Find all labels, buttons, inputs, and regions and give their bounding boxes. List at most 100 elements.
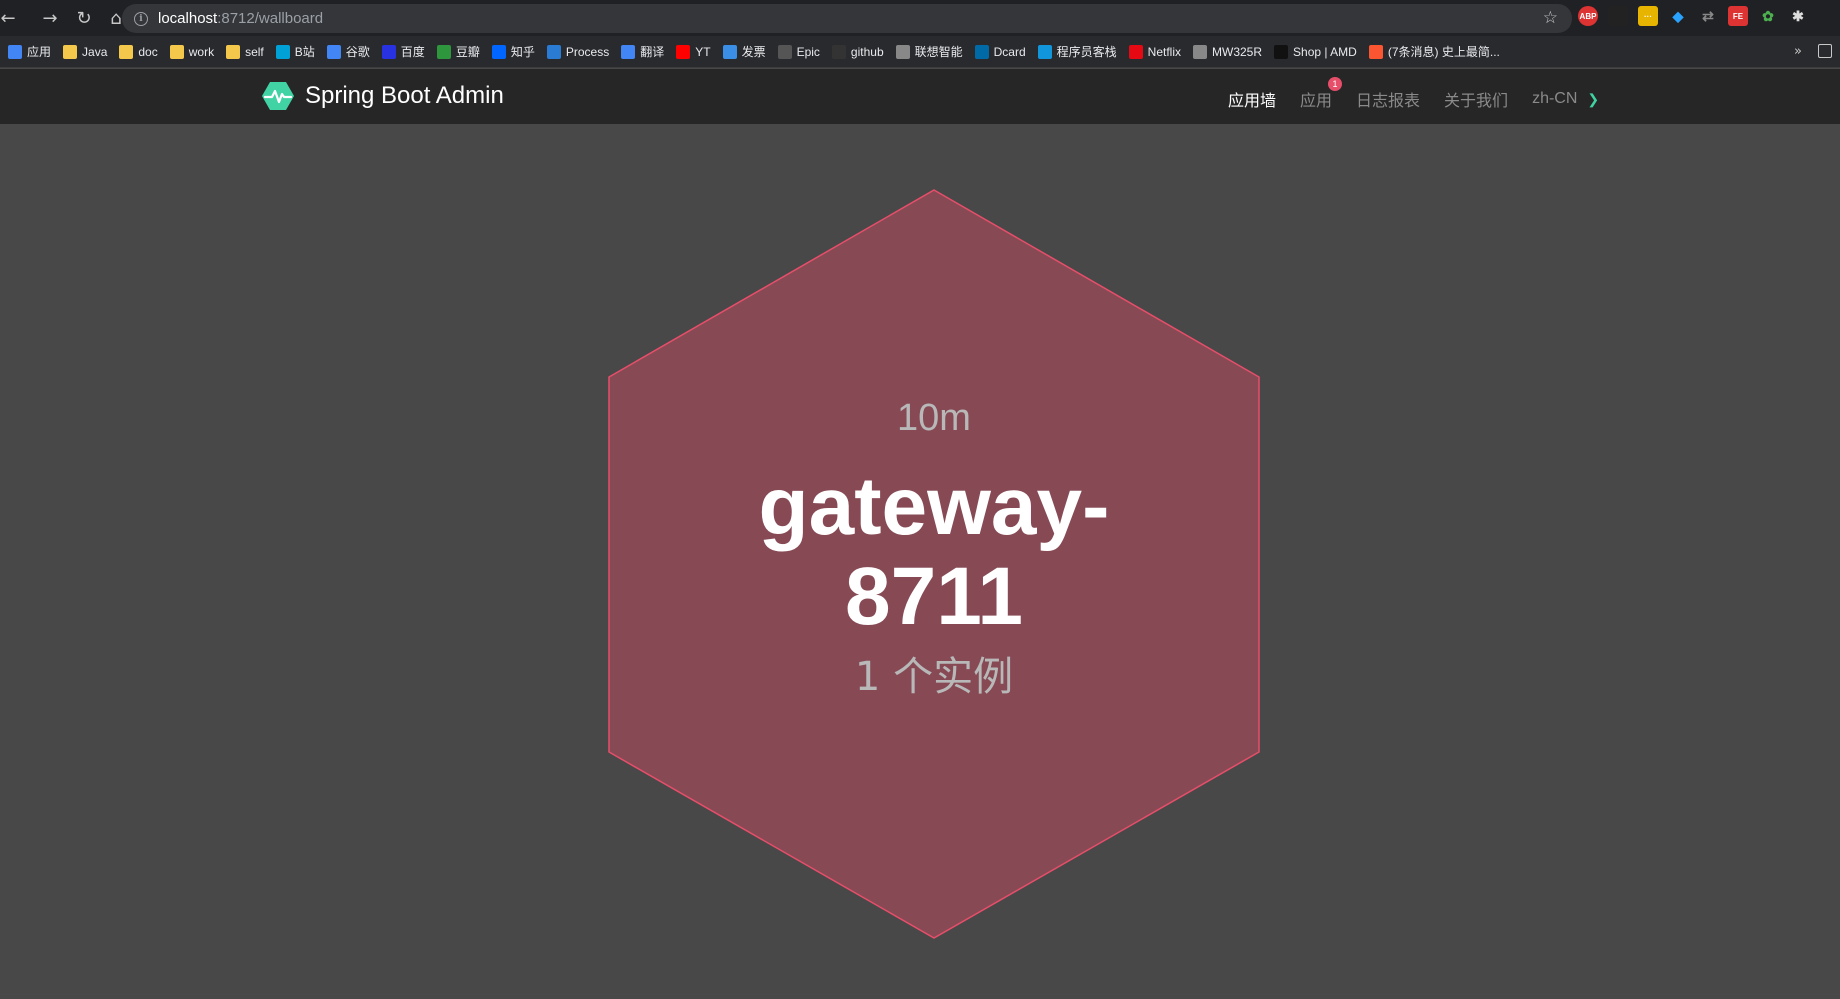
site-info-icon[interactable]: i: [134, 11, 148, 26]
folder-icon: [63, 44, 78, 59]
dcard-icon: [974, 44, 989, 59]
bookmark-item[interactable]: 应用: [2, 39, 57, 65]
bookmarks-bar: 应用 Java doc work self B站 谷歌 百度 豆瓣 知乎 Process 翻译 YT 发票…: [0, 36, 1840, 68]
address-bar[interactable]: i localhost:8712/wallboard ☆: [122, 4, 1572, 33]
apps-grid-icon: [8, 44, 22, 59]
back-arrow-icon[interactable]: ←: [0, 2, 16, 34]
bookmark-item[interactable]: YT: [670, 39, 716, 65]
folder-icon: [226, 44, 241, 59]
url-host: localhost: [158, 10, 218, 27]
bookmark-label: MW325R: [1212, 44, 1263, 59]
chevron-down-icon: ❯: [1587, 90, 1600, 107]
youtube-icon: [676, 44, 691, 59]
bookmark-item[interactable]: 百度: [376, 39, 431, 65]
bookmark-item[interactable]: Netflix: [1123, 39, 1187, 65]
bookmark-label: YT: [695, 44, 711, 59]
bookmark-label: 联想智能: [914, 45, 963, 59]
leaf-extension-icon[interactable]: ✿: [1758, 6, 1778, 26]
application-hexagon[interactable]: 10m gateway-8711 1 个实例: [608, 189, 1260, 939]
amd-icon: [1274, 44, 1289, 59]
epic-icon: [777, 44, 792, 59]
wallboard: 10m gateway-8711 1 个实例: [0, 124, 1840, 999]
extensions-bar: ABP ··· ◆ ⇄ FE ✿ ✱: [1578, 6, 1808, 26]
bookmark-item[interactable]: 发票: [717, 39, 772, 65]
notification-badge: 1: [1328, 77, 1343, 91]
bookmark-label: 谷歌: [345, 45, 370, 59]
bookmark-item[interactable]: MW325R: [1187, 39, 1268, 65]
translate-icon: [621, 44, 636, 59]
bookmark-item[interactable]: 程序员客栈: [1032, 39, 1123, 65]
spring-boot-admin-logo-icon: [262, 82, 294, 110]
reload-icon[interactable]: ↻: [68, 2, 100, 34]
globe-icon: [1193, 44, 1208, 59]
folder-icon: [119, 44, 134, 59]
application-card: 10m gateway-8711 1 个实例: [608, 189, 1260, 939]
csdn-icon: [1368, 44, 1383, 59]
bookmark-label: Java: [82, 44, 108, 59]
bookmark-item[interactable]: Shop | AMD: [1268, 39, 1363, 65]
bookmark-label: Dcard: [993, 44, 1026, 59]
puzzle-extensions-icon[interactable]: ✱: [1788, 6, 1808, 26]
bookmark-item[interactable]: self: [220, 39, 270, 65]
bookmark-label: 知乎: [510, 45, 535, 59]
gem-extension-icon[interactable]: ◆: [1668, 6, 1688, 26]
bookmark-item[interactable]: doc: [113, 39, 163, 65]
bookmark-item[interactable]: Dcard: [969, 39, 1032, 65]
terminal-icon: [1037, 44, 1052, 59]
folder-icon: [169, 44, 184, 59]
url-path: :8712/wallboard: [217, 10, 324, 27]
baidu-icon: [381, 44, 396, 59]
nav-item-journal[interactable]: 日志报表: [1356, 87, 1420, 111]
bookmark-item[interactable]: B站: [270, 39, 321, 65]
browser-toolbar: ← → ↻ ⌂ i localhost:8712/wallboard ☆ ABP…: [0, 0, 1840, 36]
bookmark-label: 发票: [741, 45, 766, 59]
url-text: localhost:8712/wallboard: [158, 10, 323, 27]
forward-arrow-icon[interactable]: →: [34, 2, 66, 34]
application-name: gateway-8711: [758, 461, 1110, 642]
bookmark-label: 应用: [27, 45, 52, 59]
fe-extension-icon[interactable]: FE: [1728, 6, 1748, 26]
bookmark-item[interactable]: 翻译: [615, 39, 670, 65]
brand-link[interactable]: Spring Boot Admin: [262, 81, 504, 111]
instance-count: 1 个实例: [854, 654, 1014, 700]
nav-item-about[interactable]: 关于我们: [1444, 87, 1508, 111]
nav-item-wallboard[interactable]: 应用墙: [1228, 87, 1276, 111]
bookmark-item[interactable]: 谷歌: [321, 39, 376, 65]
bookmark-item[interactable]: work: [164, 39, 220, 65]
status-timestamp: 10m: [897, 397, 971, 439]
bookmark-label: 百度: [400, 45, 425, 59]
bookmark-item[interactable]: (7条消息) 史上最简...: [1363, 39, 1506, 65]
github-icon: [831, 44, 846, 59]
bookmark-label: self: [245, 44, 264, 59]
netflix-icon: [1128, 44, 1143, 59]
bookmark-star-icon[interactable]: ☆: [1543, 8, 1558, 28]
bookmark-item[interactable]: Epic: [772, 39, 826, 65]
bookmark-item[interactable]: github: [826, 39, 890, 65]
bookmark-item[interactable]: 联想智能: [890, 39, 969, 65]
processon-icon: [546, 44, 561, 59]
sync-extension-icon[interactable]: ⇄: [1698, 6, 1718, 26]
invoice-icon: [722, 44, 737, 59]
bookmark-label: Process: [565, 44, 610, 59]
bookmark-item[interactable]: Java: [57, 39, 113, 65]
extension-icon[interactable]: [1608, 6, 1628, 26]
bookmark-label: doc: [138, 44, 158, 59]
reading-list-icon[interactable]: [1818, 44, 1832, 58]
bookmark-label: work: [188, 44, 215, 59]
douban-icon: [436, 44, 451, 59]
bookmark-label: Epic: [796, 44, 820, 59]
bookmark-label: 翻译: [640, 45, 665, 59]
bookmark-item[interactable]: 豆瓣: [431, 39, 486, 65]
bookmark-item[interactable]: Process: [541, 39, 615, 65]
bookmark-label: 程序员客栈: [1056, 45, 1117, 59]
notes-extension-icon[interactable]: ···: [1638, 6, 1658, 26]
language-selector[interactable]: zh-CN ❯: [1532, 90, 1599, 108]
main-nav: 应用墙 应用 1 日志报表 关于我们 zh-CN ❯: [1228, 77, 1623, 111]
bookmark-label: B站: [294, 45, 315, 59]
adblock-icon[interactable]: ABP: [1578, 6, 1598, 26]
bookmark-item[interactable]: 知乎: [486, 39, 541, 65]
more-bookmarks-icon[interactable]: »: [1794, 44, 1802, 59]
nav-item-applications[interactable]: 应用 1: [1300, 77, 1343, 111]
app-navbar: Spring Boot Admin 应用墙 应用 1 日志报表 关于我们 zh-…: [0, 69, 1840, 124]
bookmark-label: github: [850, 44, 884, 59]
